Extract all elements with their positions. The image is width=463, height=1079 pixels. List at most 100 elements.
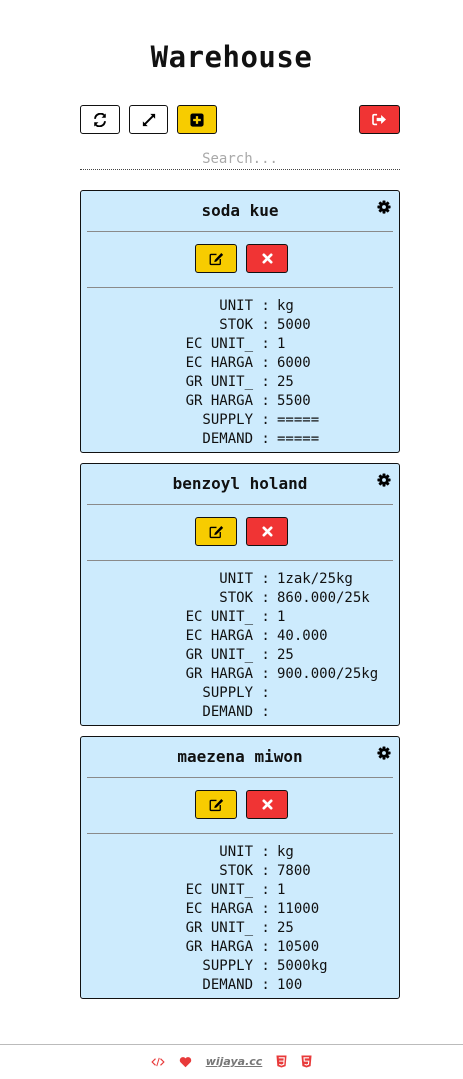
footer-link[interactable]: wijaya.cc — [206, 1055, 263, 1068]
field-row: EC UNIT_ : 1 — [81, 335, 399, 354]
field-row: EC HARGA : 11000 — [81, 900, 399, 919]
field-value: ===== — [277, 431, 320, 447]
field-value: 900.000/25kg — [277, 666, 379, 682]
field-value: 1 — [277, 882, 286, 898]
heart-icon — [179, 1056, 192, 1068]
field-label: GR HARGA — [185, 939, 253, 955]
add-item-button[interactable] — [177, 105, 217, 134]
field-row: SUPPLY : ===== — [81, 411, 399, 430]
sign-out-icon — [372, 113, 386, 126]
field-label: EC HARGA — [185, 901, 253, 917]
gear-icon[interactable] — [377, 473, 391, 487]
field-row: EC UNIT_ : 1 — [81, 608, 399, 627]
edit-button[interactable] — [195, 517, 237, 546]
edit-button[interactable] — [195, 790, 237, 819]
field-value: 25 — [277, 374, 294, 390]
field-row: STOK : 860.000/25k — [81, 589, 399, 608]
field-value: 5000 — [277, 317, 311, 333]
field-label: SUPPLY — [202, 958, 253, 974]
field-value: 860.000/25k — [277, 590, 370, 606]
field-row: STOK : 7800 — [81, 862, 399, 881]
delete-button[interactable] — [246, 244, 288, 273]
close-icon — [261, 253, 273, 264]
edit-icon — [209, 798, 223, 811]
field-row: DEMAND : — [81, 703, 399, 722]
field-label: EC UNIT_ — [185, 609, 253, 625]
field-label: GR UNIT_ — [185, 920, 253, 936]
field-label: EC HARGA — [185, 355, 253, 371]
field-row: GR HARGA : 900.000/25kg — [81, 665, 399, 684]
field-value: ===== — [277, 412, 320, 428]
field-value: 6000 — [277, 355, 311, 371]
footer: wijaya.cc — [0, 1044, 463, 1079]
fullscreen-button[interactable] — [129, 105, 168, 134]
item-name: benzoyl holand — [172, 474, 308, 493]
logout-button[interactable] — [359, 105, 400, 134]
field-row: GR HARGA : 10500 — [81, 938, 399, 957]
field-row: GR UNIT_ : 25 — [81, 373, 399, 392]
field-value: 40.000 — [277, 628, 328, 644]
close-icon — [261, 799, 273, 810]
field-label: DEMAND — [202, 431, 253, 447]
field-label: GR HARGA — [185, 666, 253, 682]
item-name: soda kue — [201, 201, 279, 220]
field-label: EC HARGA — [185, 628, 253, 644]
field-row: GR UNIT_ : 25 — [81, 919, 399, 938]
field-label: DEMAND — [202, 704, 253, 720]
toolbar — [80, 105, 400, 134]
field-value: 7800 — [277, 863, 311, 879]
field-row: DEMAND : 100 — [81, 976, 399, 995]
field-label: DEMAND — [202, 977, 253, 993]
field-value: 11000 — [277, 901, 320, 917]
edit-icon — [209, 525, 223, 538]
field-row: GR HARGA : 5500 — [81, 392, 399, 411]
html5-icon — [301, 1055, 312, 1068]
field-row: EC HARGA : 6000 — [81, 354, 399, 373]
item-fields: UNIT : kg STOK : 5000 EC UNIT_ : 1 EC HA… — [81, 288, 399, 453]
item-fields: UNIT : kg STOK : 7800 EC UNIT_ : 1 EC HA… — [81, 834, 399, 999]
field-row: STOK : 5000 — [81, 316, 399, 335]
edit-button[interactable] — [195, 244, 237, 273]
gear-icon[interactable] — [377, 200, 391, 214]
delete-button[interactable] — [246, 790, 288, 819]
field-row: DEMAND : ===== — [81, 430, 399, 449]
field-value: kg — [277, 298, 294, 314]
field-row: EC UNIT_ : 1 — [81, 881, 399, 900]
field-value: 25 — [277, 647, 294, 663]
field-label: UNIT — [219, 844, 253, 860]
item-card: soda kue UNIT : kg STOK: 5000 EC UNIT_ … — [80, 190, 400, 453]
field-label: STOK — [219, 590, 253, 606]
item-name: maezena miwon — [177, 747, 303, 766]
field-row: SUPPLY : 5000kg — [81, 957, 399, 976]
field-value: kg — [277, 844, 294, 860]
field-label: UNIT — [219, 298, 253, 314]
plus-square-icon — [190, 112, 204, 127]
field-row: UNIT : kg — [81, 843, 399, 862]
field-value — [253, 684, 277, 703]
close-icon — [261, 526, 273, 537]
gear-icon[interactable] — [377, 746, 391, 760]
field-value — [253, 703, 277, 722]
search-input[interactable] — [80, 148, 400, 170]
field-row: UNIT : kg — [81, 297, 399, 316]
field-label: EC UNIT_ — [185, 882, 253, 898]
item-fields: UNIT : 1zak/25kg STOK : 860.000/25k EC U… — [81, 561, 399, 726]
field-row: SUPPLY : — [81, 684, 399, 703]
field-value: 1zak/25kg — [277, 571, 353, 587]
item-card: maezena miwon UNIT : kg STOK: 7800 EC U… — [80, 736, 400, 999]
field-row: EC HARGA : 40.000 — [81, 627, 399, 646]
field-label: GR HARGA — [185, 393, 253, 409]
field-value: 100 — [277, 977, 303, 993]
field-value: 1 — [277, 609, 286, 625]
delete-button[interactable] — [246, 517, 288, 546]
refresh-button[interactable] — [80, 105, 120, 134]
code-icon — [151, 1057, 165, 1067]
field-label: SUPPLY — [202, 685, 253, 701]
edit-icon — [209, 252, 223, 265]
page-title: Warehouse — [150, 40, 313, 74]
refresh-icon — [94, 112, 106, 127]
field-row: UNIT : 1zak/25kg — [81, 570, 399, 589]
field-value: 10500 — [277, 939, 320, 955]
field-label: GR UNIT_ — [185, 647, 253, 663]
field-label: SUPPLY — [202, 412, 253, 428]
